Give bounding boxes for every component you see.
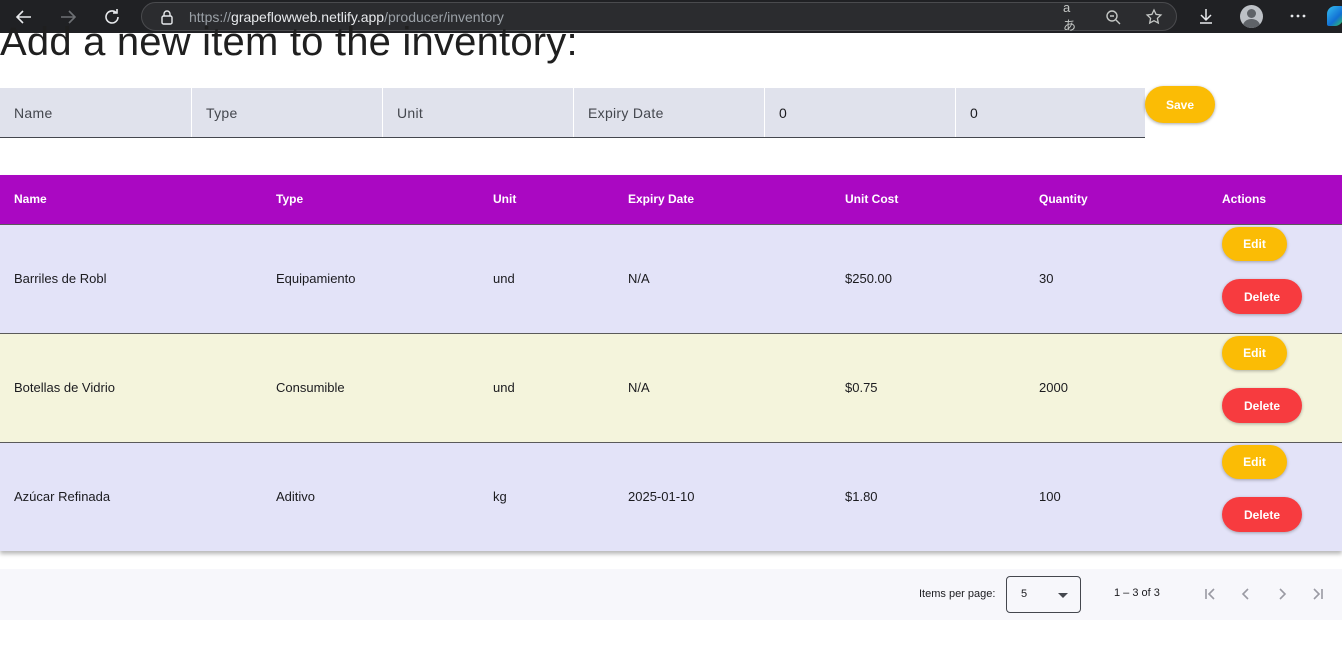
add-item-form xyxy=(0,88,1145,138)
page-title: Add a new item to the inventory: xyxy=(0,20,578,64)
expiry-date-input[interactable] xyxy=(574,88,764,137)
unit-field[interactable] xyxy=(382,88,573,137)
cell-type: Equipamiento xyxy=(276,271,356,286)
edit-button[interactable]: Edit xyxy=(1222,445,1287,479)
first-page-button[interactable] xyxy=(1198,582,1222,606)
quantity-field[interactable] xyxy=(955,88,1145,137)
type-input[interactable] xyxy=(192,88,382,137)
chevron-left-icon xyxy=(1241,588,1249,600)
save-button[interactable]: Save xyxy=(1145,86,1215,123)
column-header-expiry-date[interactable]: Expiry Date xyxy=(628,192,694,206)
expiry-date-field[interactable] xyxy=(573,88,764,137)
cell-expiry-date: N/A xyxy=(628,271,650,286)
cell-unit-cost: $1.80 xyxy=(845,489,878,504)
read-aloud-icon[interactable]: aあ xyxy=(1063,0,1083,33)
type-field[interactable] xyxy=(191,88,382,137)
zoom-icon[interactable] xyxy=(1103,7,1123,27)
quantity-input[interactable] xyxy=(956,88,1145,137)
table-header: Name Type Unit Expiry Date Unit Cost Qua… xyxy=(0,175,1342,224)
chevron-right-icon xyxy=(1279,588,1287,600)
delete-button[interactable]: Delete xyxy=(1222,497,1302,532)
unit-cost-field[interactable] xyxy=(764,88,955,137)
next-page-button[interactable] xyxy=(1270,582,1294,606)
downloads-icon[interactable] xyxy=(1194,4,1218,28)
page-size-value: 5 xyxy=(1021,588,1028,600)
page-range-label: 1 – 3 of 3 xyxy=(1114,587,1160,599)
edit-button[interactable]: Edit xyxy=(1222,227,1287,261)
cell-quantity: 30 xyxy=(1039,271,1054,286)
more-menu-icon[interactable] xyxy=(1286,4,1310,28)
last-page-button[interactable] xyxy=(1306,582,1330,606)
table-row: Azúcar Refinada Aditivo kg 2025-01-10 $1… xyxy=(0,442,1342,551)
dropdown-caret-icon xyxy=(1058,593,1068,598)
items-per-page-label: Items per page: xyxy=(919,588,996,600)
delete-button[interactable]: Delete xyxy=(1222,279,1302,314)
column-header-unit[interactable]: Unit xyxy=(493,192,516,206)
unit-cost-input[interactable] xyxy=(765,88,955,137)
column-header-name[interactable]: Name xyxy=(14,192,47,206)
cell-type: Aditivo xyxy=(276,489,316,504)
copilot-icon[interactable] xyxy=(1327,6,1342,26)
cell-name: Azúcar Refinada xyxy=(14,489,111,504)
favorite-star-icon[interactable] xyxy=(1144,7,1164,27)
last-page-icon xyxy=(1313,588,1323,600)
cell-expiry-date: N/A xyxy=(628,380,650,395)
delete-button[interactable]: Delete xyxy=(1222,388,1302,423)
edit-button[interactable]: Edit xyxy=(1222,336,1287,370)
table-row: Barriles de Robl Equipamiento und N/A $2… xyxy=(0,224,1342,333)
column-header-unit-cost[interactable]: Unit Cost xyxy=(845,192,898,206)
page-size-select[interactable]: 5 xyxy=(1006,576,1081,613)
cell-quantity: 2000 xyxy=(1039,380,1068,395)
profile-avatar[interactable] xyxy=(1240,5,1263,28)
inventory-table: Name Type Unit Expiry Date Unit Cost Qua… xyxy=(0,175,1342,551)
column-header-quantity[interactable]: Quantity xyxy=(1039,192,1088,206)
paginator: Items per page: 5 1 – 3 of 3 xyxy=(0,569,1342,620)
name-field[interactable] xyxy=(0,88,191,137)
table-row: Botellas de Vidrio Consumible und N/A $0… xyxy=(0,333,1342,442)
cell-unit: und xyxy=(493,380,515,395)
unit-input[interactable] xyxy=(383,88,573,137)
column-header-actions: Actions xyxy=(1222,192,1267,206)
cell-name: Botellas de Vidrio xyxy=(14,380,115,395)
cell-expiry-date: 2025-01-10 xyxy=(628,489,695,504)
first-page-icon xyxy=(1205,588,1215,600)
name-input[interactable] xyxy=(0,88,191,137)
previous-page-button[interactable] xyxy=(1234,582,1258,606)
column-header-type[interactable]: Type xyxy=(276,192,303,206)
cell-type: Consumible xyxy=(276,380,345,395)
cell-quantity: 100 xyxy=(1039,489,1061,504)
cell-unit: und xyxy=(493,271,515,286)
cell-unit-cost: $0.75 xyxy=(845,380,878,395)
cell-name: Barriles de Robl xyxy=(14,271,107,286)
cell-unit: kg xyxy=(493,489,507,504)
cell-unit-cost: $250.00 xyxy=(845,271,892,286)
